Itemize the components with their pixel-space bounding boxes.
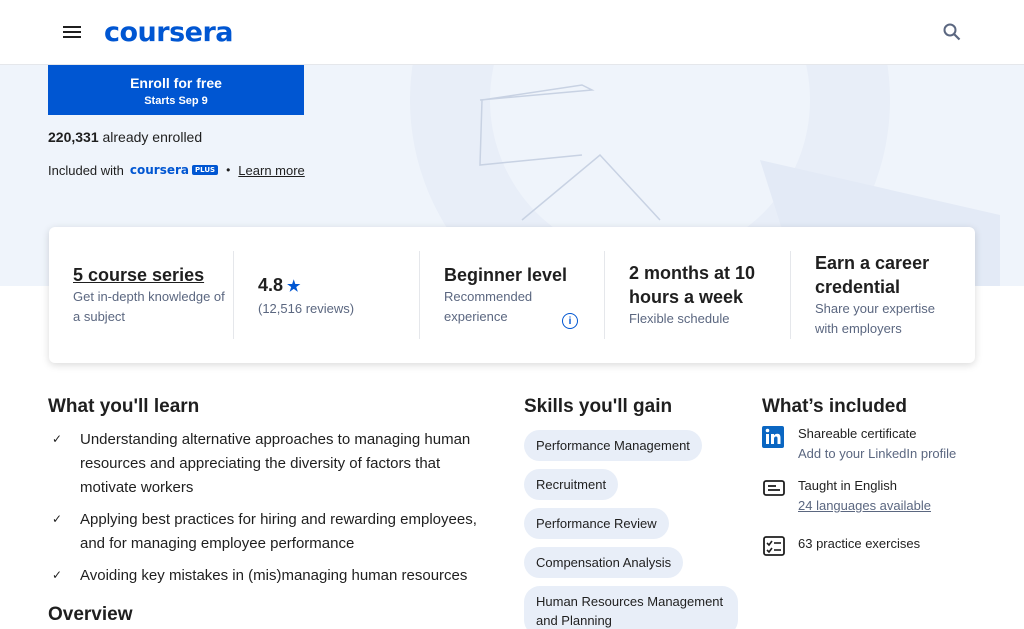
learn-heading: What you'll learn bbox=[48, 396, 200, 417]
star-icon: ★ bbox=[287, 278, 301, 295]
exercises-title: 63 practice exercises bbox=[798, 536, 921, 551]
info-icon[interactable]: i bbox=[562, 313, 578, 329]
credential-title: Earn a career credential bbox=[815, 253, 930, 297]
level-sub: Recommended experience bbox=[444, 289, 533, 324]
language-title: Taught in English bbox=[798, 478, 898, 493]
languages-available-link[interactable]: 24 languages available bbox=[798, 496, 931, 516]
stat-rating: 4.8 ★ (12,516 reviews) bbox=[258, 273, 418, 361]
stat-divider bbox=[604, 251, 605, 339]
rating-value: 4.8 bbox=[258, 275, 284, 295]
included-exercises: 63 practice exercises bbox=[762, 534, 920, 558]
learn-item[interactable]: ✓ Applying best practices for hiring and… bbox=[48, 508, 500, 556]
subtitles-icon bbox=[763, 480, 785, 496]
stat-divider bbox=[790, 251, 791, 339]
exercise-checklist-icon bbox=[763, 536, 785, 556]
included-language: Taught in English 24 languages available bbox=[762, 476, 931, 516]
skill-chip[interactable]: Compensation Analysis bbox=[524, 547, 684, 578]
enrolled-suffix: already enrolled bbox=[102, 129, 203, 145]
menu-button[interactable] bbox=[48, 8, 96, 56]
coursera-plus-logo: coursera PLUS bbox=[129, 163, 219, 177]
included-certificate: Shareable certificate Add to your Linked… bbox=[762, 424, 956, 464]
check-icon: ✓ bbox=[52, 512, 63, 526]
certificate-text: Shareable certificate Add to your Linked… bbox=[798, 424, 956, 464]
certificate-title: Shareable certificate bbox=[798, 426, 917, 441]
enrolled-number: 220,331 bbox=[48, 129, 99, 145]
plus-brand: coursera bbox=[129, 163, 190, 177]
stat-level: Beginner level Recommended experience i bbox=[444, 263, 604, 351]
rating-reviews: (12,516 reviews) bbox=[258, 301, 355, 316]
plus-badge: PLUS bbox=[192, 165, 219, 175]
rating-row: 4.8 ★ bbox=[258, 273, 418, 299]
learn-item[interactable]: ✓ Understanding alternative approaches t… bbox=[48, 428, 500, 500]
certificate-sub: Add to your LinkedIn profile bbox=[798, 446, 957, 461]
exercises-text: 63 practice exercises bbox=[798, 534, 920, 558]
stat-course-series: 5 course series Get in-depth knowledge o… bbox=[73, 263, 233, 351]
learn-item-text: Understanding alternative approaches to … bbox=[80, 431, 471, 496]
coursera-logo[interactable]: coursera bbox=[104, 16, 234, 48]
hamburger-menu-icon bbox=[63, 26, 81, 38]
schedule-title: 2 months at 10 hours a week bbox=[629, 263, 756, 307]
search-button[interactable] bbox=[928, 8, 976, 56]
enrolled-count: 220,331 already enrolled bbox=[48, 129, 202, 145]
check-icon: ✓ bbox=[52, 432, 63, 446]
learn-item-text: Applying best practices for hiring and r… bbox=[80, 511, 477, 552]
included-prefix: Included with bbox=[48, 162, 124, 178]
stat-schedule: 2 months at 10 hours a week Flexible sch… bbox=[629, 261, 779, 349]
check-icon: ✓ bbox=[52, 568, 63, 582]
stat-credential: Earn a career credential Share your expe… bbox=[815, 251, 955, 339]
skill-chip[interactable]: Performance Review bbox=[524, 508, 669, 539]
skill-chip[interactable]: Performance Management bbox=[524, 430, 702, 461]
enroll-label: Enroll for free bbox=[130, 74, 222, 91]
course-series-sub: Get in-depth knowledge of a subject bbox=[73, 289, 225, 324]
language-text: Taught in English 24 languages available bbox=[798, 476, 931, 516]
schedule-sub: Flexible schedule bbox=[629, 311, 730, 326]
course-stats-card: 5 course series Get in-depth knowledge o… bbox=[49, 227, 975, 363]
stat-divider bbox=[419, 251, 420, 339]
skill-chip[interactable]: Human Resources Management and Planning bbox=[524, 586, 738, 629]
linkedin-icon bbox=[762, 426, 784, 448]
stat-divider bbox=[233, 251, 234, 339]
included-heading: What’s included bbox=[762, 396, 907, 417]
learn-item-text: Avoiding key mistakes in (mis)managing h… bbox=[80, 567, 468, 584]
level-sub-row: Recommended experience i bbox=[444, 287, 604, 329]
separator-dot: • bbox=[226, 163, 231, 177]
level-title: Beginner level bbox=[444, 265, 568, 285]
learn-item[interactable]: ✓ Avoiding key mistakes in (mis)managing… bbox=[48, 564, 500, 588]
skill-chip[interactable]: Recruitment bbox=[524, 469, 619, 500]
course-series-link[interactable]: 5 course series bbox=[73, 263, 233, 287]
skills-heading: Skills you'll gain bbox=[524, 396, 673, 417]
learn-more-link[interactable]: Learn more bbox=[238, 163, 304, 178]
credential-sub: Share your expertise with employers bbox=[815, 301, 935, 336]
enroll-button[interactable]: Enroll for free Starts Sep 9 bbox=[48, 65, 304, 115]
included-with: Included with coursera PLUS • Learn more bbox=[48, 161, 305, 179]
enroll-start-date: Starts Sep 9 bbox=[144, 94, 208, 107]
top-header: coursera bbox=[0, 0, 1024, 65]
search-icon bbox=[943, 23, 961, 41]
overview-heading: Overview bbox=[48, 604, 133, 625]
